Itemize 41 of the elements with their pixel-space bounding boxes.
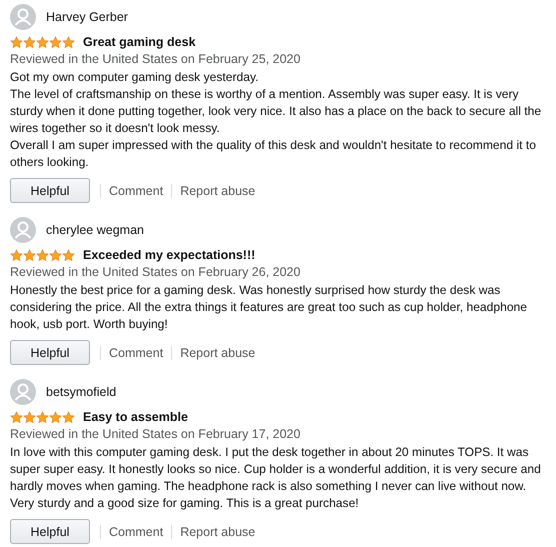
review-text: Honestly the best price for a gaming desk. Was honestly surprised how sturdy the desk was considering the price. All the extra things it features are great too such as cup holder, headphone hook, usb port. Worth buying! <box>10 282 528 333</box>
star-icon <box>62 248 75 262</box>
helpful-button[interactable]: Helpful <box>10 340 90 365</box>
star-icon <box>23 410 36 424</box>
avatar-icon <box>10 4 36 30</box>
star-icon <box>10 36 23 48</box>
review-date: Reviewed in the United States on February 25, 2020 <box>10 51 302 67</box>
review-text: The level of craftsmanship on these is worthy of a mention. Assembly was super easy. It is very sturdy when it done putting together, look very nice. It also has a place on the back to secure all the wires together so it doesn't look messy. <box>10 86 542 137</box>
review-date: Reviewed in the United States on February 26, 2020 <box>10 264 302 280</box>
star-icon <box>23 248 36 262</box>
avatar-icon <box>10 379 36 405</box>
star-icon <box>36 36 49 48</box>
star-icon <box>49 36 62 48</box>
report-abuse-link[interactable]: Report abuse <box>172 346 264 360</box>
review-title: Easy to assemble <box>83 410 188 424</box>
star-icon <box>36 248 49 262</box>
reviewer-name: Harvey Gerber <box>46 10 128 24</box>
helpful-button[interactable]: Helpful <box>10 519 90 544</box>
review-text: In love with this computer gaming desk. I put the desk together in about 20 minutes TOPS. It was super super easy. It honestly looks so nice. Cup holder is a wonderful addition, it is very secure and hardly moves when gaming. The headphone rack is also something I never can live without now. Very sturdy and a good size for gaming. This is a great purchase! <box>10 444 542 512</box>
star-icon <box>23 36 36 48</box>
helpful-button[interactable]: Helpful <box>10 178 90 203</box>
report-abuse-link[interactable]: Report abuse <box>172 524 264 538</box>
star-icon <box>49 248 62 262</box>
reviewer-name: cherylee wegman <box>46 223 144 237</box>
review-date: Reviewed in the United States on February 17, 2020 <box>10 426 302 442</box>
reviewer-name: betsymofield <box>46 385 116 399</box>
star-icon <box>62 410 75 424</box>
comment-link[interactable]: Comment <box>101 184 172 198</box>
star-icon <box>36 410 49 424</box>
star-icon <box>49 410 62 424</box>
comment-link[interactable]: Comment <box>101 346 172 360</box>
review-title: Exceeded my expectations!!! <box>83 248 256 262</box>
review-title: Great gaming desk <box>83 35 196 49</box>
star-icon <box>62 36 75 48</box>
comment-link[interactable]: Comment <box>101 524 172 538</box>
star-icon <box>10 410 23 424</box>
report-abuse-link[interactable]: Report abuse <box>172 184 264 198</box>
review-text: Got my own computer gaming desk yesterday. <box>10 69 260 86</box>
star-icon <box>10 248 23 262</box>
review-text: Overall I am super impressed with the quality of this desk and wouldn't hesitate to recommend it to others looking. <box>10 137 537 171</box>
avatar-icon <box>10 217 36 243</box>
